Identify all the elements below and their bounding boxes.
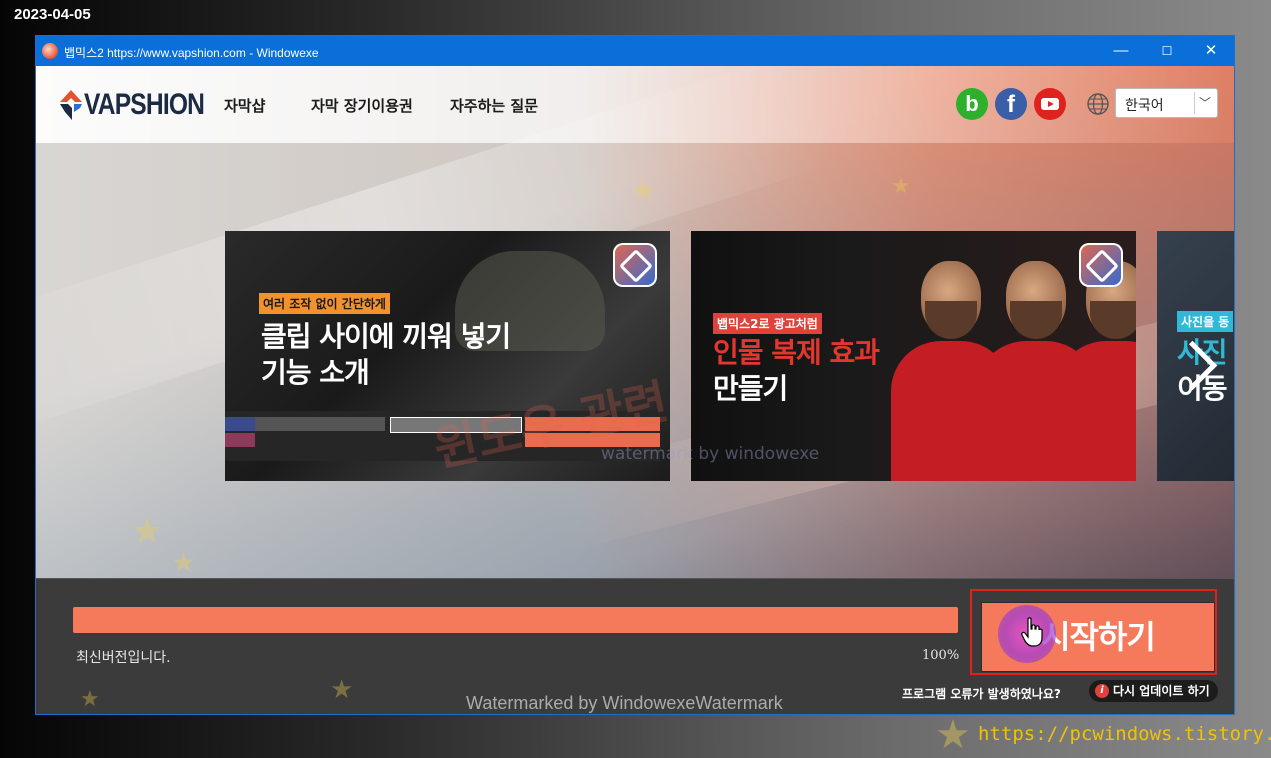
nav-subtitle-pass[interactable]: 자막 장기이용권 [311,95,413,116]
nav-faq[interactable]: 자주하는 질문 [450,95,538,116]
select-divider [1194,92,1195,114]
window-title: 뱁믹스2 https://www.vapshion.com - Windowex… [64,46,319,60]
star-decoration: ★ [631,174,657,207]
card-subtitle: 만들기 [713,372,788,405]
maximize-button[interactable]: ☐ [1144,36,1190,66]
vapmix-badge-icon [1079,243,1123,287]
top-navbar: VAPSHION 자막샵 자막 장기이용권 자주하는 질문 b f 한국어 ﹀ [36,66,1234,143]
hand-cursor-icon [1021,617,1043,647]
star-decoration: ★ [171,546,197,578]
facebook-icon[interactable]: f [995,88,1027,120]
vapmix-badge-icon [613,243,657,287]
minimize-button[interactable]: — [1098,36,1144,66]
site-url: https://pcwindows.tistory.com [978,723,1271,745]
title-bar[interactable]: 뱁믹스2 https://www.vapshion.com - Windowex… [36,36,1234,66]
globe-icon [1087,93,1109,115]
card-subtitle: 기능 소개 [261,356,370,389]
logo-text: VAPSHION [84,88,205,121]
language-select[interactable]: 한국어 ﹀ [1115,88,1218,118]
vapshion-logo[interactable]: VAPSHION [60,88,230,121]
progress-percent: 100% [922,648,960,663]
star-decoration: ★ [80,687,100,712]
overlay-watermark: watermark by windowexe [601,444,820,464]
update-again-label: 다시 업데이트 하기 [1113,684,1210,698]
language-value: 한국어 [1125,98,1164,114]
app-window: 뱁믹스2 https://www.vapshion.com - Windowex… [35,35,1235,715]
update-panel: 최신버전입니다. 100% 시작하기 프로그램 오류가 발생하였나요? i 다시… [36,578,1234,714]
info-icon: i [1095,684,1109,698]
main-content: ★ ★ ★ ★ VAPSHION 자막샵 자막 장기이용권 자주하는 질문 b … [36,66,1234,578]
card-tag: 여러 조작 없이 간단하게 [259,293,390,314]
star-decoration: ★ [131,511,164,552]
nav-subtitle-shop[interactable]: 자막샵 [224,95,265,116]
star-decoration: ★ [935,712,971,758]
youtube-icon[interactable] [1034,88,1066,120]
star-decoration: ★ [891,174,911,199]
status-text: 최신버전입니다. [76,650,171,666]
footer-watermark: Watermarked by WindowexeWatermark [466,693,783,713]
progress-fill [73,607,958,633]
card-title: 클립 사이에 끼워 넣기 [261,320,511,353]
chevron-down-icon: ﹀ [1198,96,1211,110]
person-image [1056,261,1136,481]
update-again-button[interactable]: i 다시 업데이트 하기 [1089,680,1218,702]
card-tag: 사진을 동 [1177,311,1234,332]
update-progress-bar [73,607,958,633]
close-button[interactable]: ✕ [1188,36,1234,66]
star-decoration: ★ [330,675,354,705]
error-question: 프로그램 오류가 발생하였나요? [902,687,1061,701]
logo-mark-icon [60,90,82,120]
card-title: 인물 복제 효과 [713,336,880,369]
capture-date: 2023-04-05 [14,6,91,23]
app-icon [42,43,58,59]
blog-icon[interactable]: b [956,88,988,120]
